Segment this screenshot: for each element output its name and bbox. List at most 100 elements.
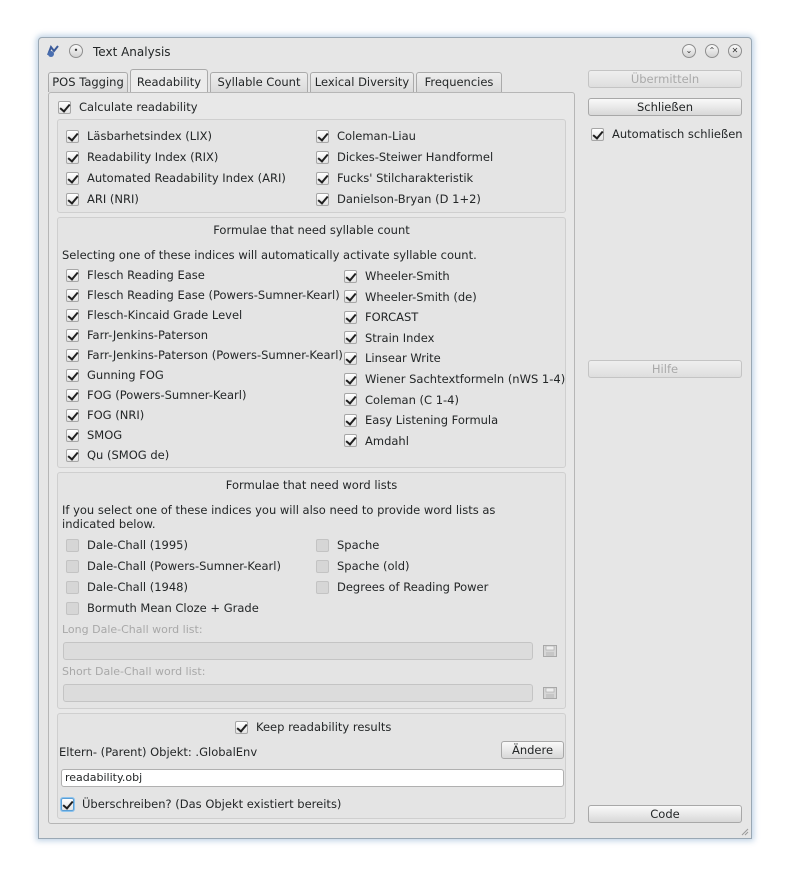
checkbox-box[interactable] <box>344 290 357 304</box>
syllable-right-checkbox-4[interactable]: Linsear Write <box>344 351 441 365</box>
checkbox-box[interactable] <box>66 580 79 594</box>
wordlist-left-checkbox-3[interactable]: Bormuth Mean Cloze + Grade <box>66 601 259 615</box>
tab-frequencies[interactable]: Frequencies <box>416 72 502 92</box>
checkbox-box[interactable] <box>344 310 357 324</box>
checkbox-box[interactable] <box>66 171 79 185</box>
maximize-icon[interactable]: ⌃ <box>705 44 719 58</box>
auto-close-checkbox[interactable]: Automatisch schließen <box>591 127 743 141</box>
checkbox-box[interactable] <box>66 559 79 573</box>
checkbox-box[interactable] <box>344 269 357 283</box>
tab-syllable-count[interactable]: Syllable Count <box>210 72 308 92</box>
checkbox-box[interactable] <box>344 393 357 407</box>
close-icon[interactable]: ✕ <box>728 44 742 58</box>
minimize-icon[interactable]: ⌄ <box>682 44 696 58</box>
checkbox-box[interactable] <box>66 288 79 302</box>
syllable-right-checkbox-1[interactable]: Wheeler-Smith (de) <box>344 290 477 304</box>
wordlist-right-checkbox-0[interactable]: Spache <box>316 538 379 552</box>
checkbox-box[interactable] <box>316 538 329 552</box>
checkbox-box[interactable] <box>344 372 357 386</box>
rix-checkbox[interactable]: Readability Index (RIX) <box>66 150 218 164</box>
browse-short-list-icon[interactable] <box>543 687 557 699</box>
syllable-right-checkbox-0[interactable]: Wheeler-Smith <box>344 269 450 283</box>
syllable-left-checkbox-0[interactable]: Flesch Reading Ease <box>66 268 205 282</box>
syllable-left-checkbox-6[interactable]: FOG (Powers-Sumner-Kearl) <box>66 388 246 402</box>
checkbox-box[interactable] <box>66 538 79 552</box>
tab-lexical-diversity[interactable]: Lexical Diversity <box>310 72 414 92</box>
help-button[interactable]: Hilfe <box>588 360 742 378</box>
lix-checkbox[interactable]: Läsbarhetsindex (LIX) <box>66 129 212 143</box>
checkbox-box[interactable] <box>235 720 248 734</box>
wordlist-right-checkbox-2[interactable]: Degrees of Reading Power <box>316 580 488 594</box>
checkbox-box[interactable] <box>66 348 79 362</box>
checkbox-box[interactable] <box>66 150 79 164</box>
short-list-field[interactable] <box>63 684 533 702</box>
wordlist-right-checkbox-1[interactable]: Spache (old) <box>316 559 410 573</box>
syllable-left-checkbox-2[interactable]: Flesch-Kincaid Grade Level <box>66 308 242 322</box>
checkbox-box[interactable] <box>316 171 329 185</box>
checkbox-box[interactable] <box>344 351 357 365</box>
keep-results-checkbox[interactable]: Keep readability results <box>235 720 391 734</box>
syllable-right-checkbox-6[interactable]: Coleman (C 1-4) <box>344 393 459 407</box>
checkbox-box[interactable] <box>66 129 79 143</box>
change-parent-button[interactable]: Ändere <box>501 741 564 759</box>
close-button[interactable]: Schließen <box>588 98 742 116</box>
app-icon[interactable] <box>45 43 61 59</box>
wordlist-left-checkbox-0[interactable]: Dale-Chall (1995) <box>66 538 188 552</box>
checkbox-box[interactable] <box>61 797 74 811</box>
coleman-liau-checkbox[interactable]: Coleman-Liau <box>316 129 416 143</box>
checkbox-box[interactable] <box>66 601 79 615</box>
group-title: Formulae that need syllable count <box>213 223 410 237</box>
syllable-right-checkbox-2[interactable]: FORCAST <box>344 310 418 324</box>
checkbox-box[interactable] <box>316 150 329 164</box>
checkbox-box[interactable] <box>66 192 79 206</box>
checkbox-box[interactable] <box>591 127 604 141</box>
wordlist-left-checkbox-2[interactable]: Dale-Chall (1948) <box>66 580 188 594</box>
syllable-left-checkbox-1[interactable]: Flesch Reading Ease (Powers-Sumner-Kearl… <box>66 288 340 302</box>
checkbox-box[interactable] <box>316 580 329 594</box>
checkbox-box[interactable] <box>66 268 79 282</box>
browse-long-list-icon[interactable] <box>543 645 557 657</box>
syllable-left-checkbox-8[interactable]: SMOG <box>66 428 122 442</box>
checkbox-box[interactable] <box>66 388 79 402</box>
checkbox-box[interactable] <box>316 129 329 143</box>
submit-button[interactable]: Übermitteln <box>588 70 742 88</box>
syllable-left-checkbox-9[interactable]: Qu (SMOG de) <box>66 448 169 462</box>
tab-pos-tagging[interactable]: POS Tagging <box>48 72 128 92</box>
syllable-right-checkbox-5[interactable]: Wiener Sachtextformeln (nWS 1-4) <box>344 372 565 386</box>
pin-icon[interactable]: • <box>69 44 83 58</box>
syllable-right-checkbox-7[interactable]: Easy Listening Formula <box>344 413 498 427</box>
checkbox-box[interactable] <box>344 434 357 448</box>
syllable-left-checkbox-3[interactable]: Farr-Jenkins-Paterson <box>66 328 208 342</box>
fucks-checkbox[interactable]: Fucks' Stilcharakteristik <box>316 171 473 185</box>
wordlist-left-checkbox-1[interactable]: Dale-Chall (Powers-Sumner-Kearl) <box>66 559 281 573</box>
calculate-readability-checkbox[interactable]: Calculate readability <box>58 100 198 114</box>
resize-grip-icon[interactable] <box>741 828 749 836</box>
checkbox-box[interactable] <box>66 428 79 442</box>
ari-nri-checkbox[interactable]: ARI (NRI) <box>66 192 139 206</box>
checkbox-box[interactable] <box>316 559 329 573</box>
ari-checkbox[interactable]: Automated Readability Index (ARI) <box>66 171 286 185</box>
long-list-field[interactable] <box>63 642 533 660</box>
group-note: Selecting one of these indices will auto… <box>62 248 477 262</box>
checkbox-box[interactable] <box>66 448 79 462</box>
syllable-left-checkbox-4[interactable]: Farr-Jenkins-Paterson (Powers-Sumner-Kea… <box>66 348 343 362</box>
checkbox-box[interactable] <box>316 192 329 206</box>
object-name-input[interactable]: readability.obj <box>61 769 564 787</box>
code-button[interactable]: Code <box>588 805 742 823</box>
checkbox-label: Flesch Reading Ease <box>87 268 205 282</box>
syllable-left-checkbox-7[interactable]: FOG (NRI) <box>66 408 144 422</box>
checkbox-box[interactable] <box>344 331 357 345</box>
syllable-right-checkbox-8[interactable]: Amdahl <box>344 434 409 448</box>
dickes-steiwer-checkbox[interactable]: Dickes-Steiwer Handformel <box>316 150 493 164</box>
danielson-bryan-checkbox[interactable]: Danielson-Bryan (D 1+2) <box>316 192 481 206</box>
checkbox-box[interactable] <box>58 100 71 114</box>
checkbox-box[interactable] <box>66 328 79 342</box>
checkbox-box[interactable] <box>66 368 79 382</box>
checkbox-box[interactable] <box>344 413 357 427</box>
syllable-left-checkbox-5[interactable]: Gunning FOG <box>66 368 164 382</box>
tab-readability[interactable]: Readability <box>130 69 208 93</box>
checkbox-box[interactable] <box>66 308 79 322</box>
syllable-right-checkbox-3[interactable]: Strain Index <box>344 331 434 345</box>
checkbox-box[interactable] <box>66 408 79 422</box>
overwrite-checkbox[interactable]: Überschreiben? (Das Objekt existiert ber… <box>61 797 341 811</box>
